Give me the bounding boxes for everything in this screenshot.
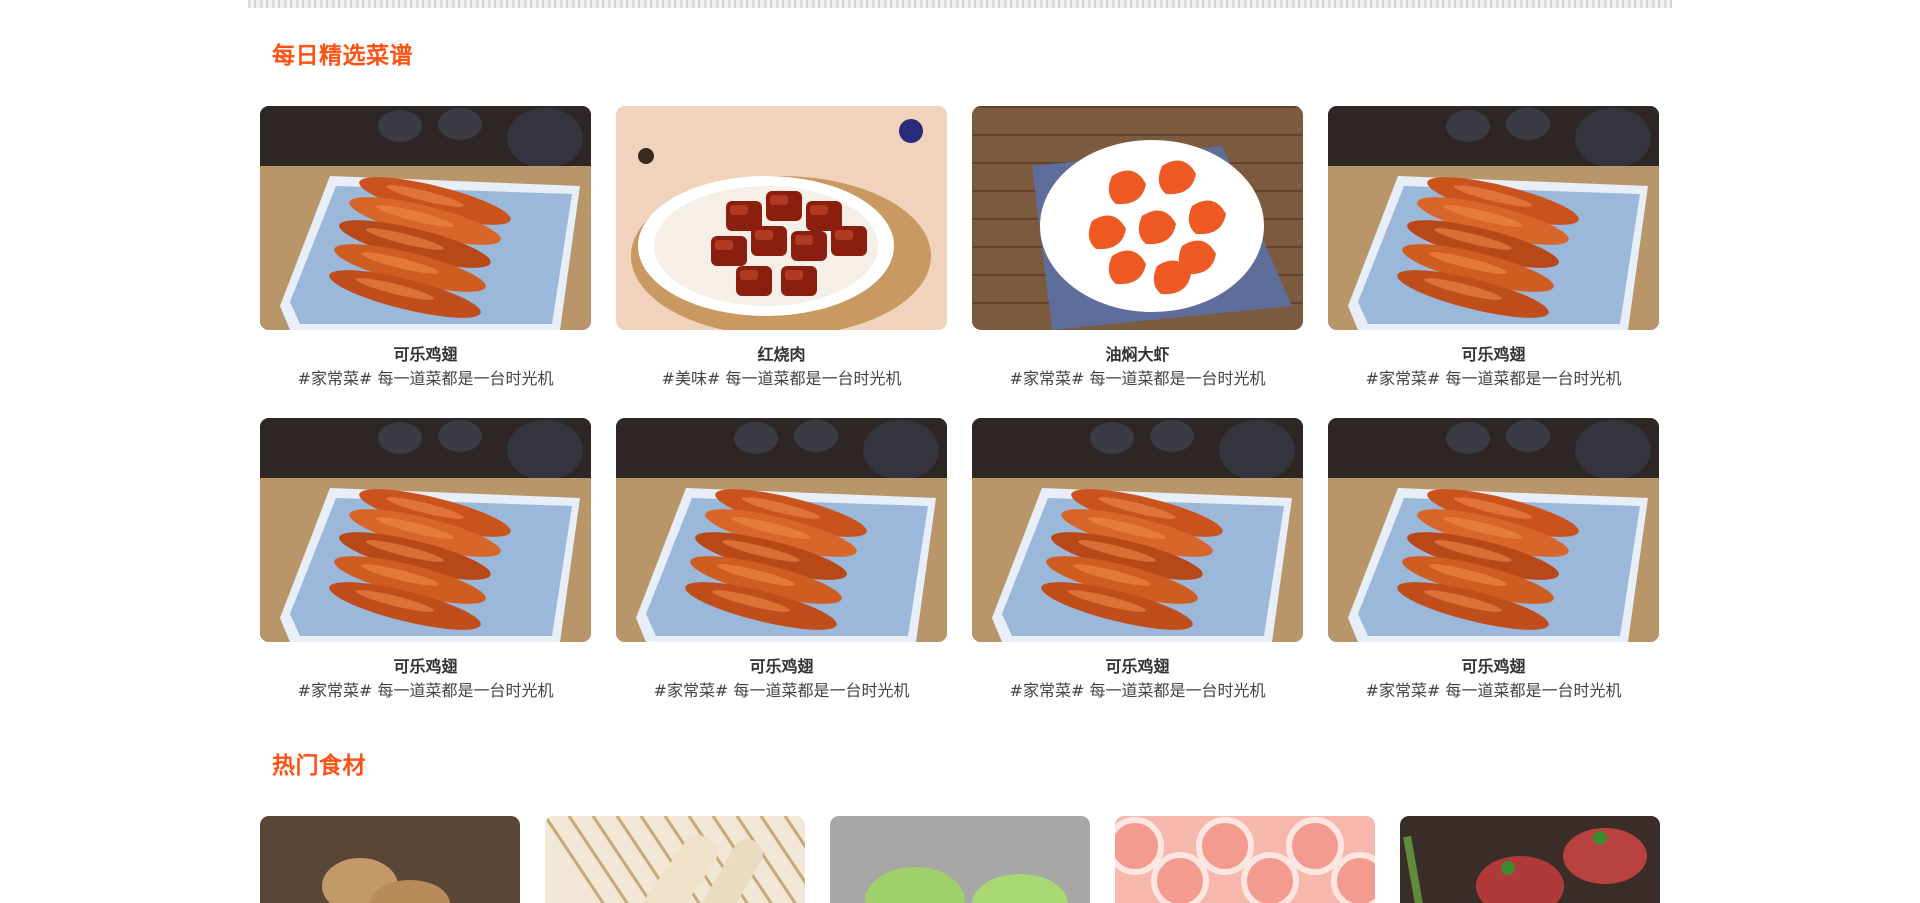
- top-banner-edge: [248, 0, 1672, 8]
- ingredient-card-yam[interactable]: [545, 816, 805, 903]
- recipe-card[interactable]: 可乐鸡翅 #家常菜# 每一道菜都是一台时光机: [616, 418, 947, 710]
- recipe-card[interactable]: 红烧肉 #美味# 每一道菜都是一台时光机: [616, 106, 947, 398]
- ingredient-card-cabbage[interactable]: [830, 816, 1090, 903]
- recipe-image[interactable]: [972, 418, 1303, 642]
- recipe-image[interactable]: [616, 418, 947, 642]
- recipe-name[interactable]: 可乐鸡翅: [1328, 656, 1659, 678]
- recipe-image[interactable]: [260, 106, 591, 330]
- recipe-name[interactable]: 可乐鸡翅: [1328, 344, 1659, 366]
- recipe-description: #家常菜# 每一道菜都是一台时光机: [1009, 681, 1266, 700]
- recipe-description: #家常菜# 每一道菜都是一台时光机: [297, 681, 554, 700]
- section-title-hot-ingredients: 热门食材: [272, 753, 366, 779]
- recipe-description: #家常菜# 每一道菜都是一台时光机: [1365, 681, 1622, 700]
- recipe-grid: 可乐鸡翅 #家常菜# 每一道菜都是一台时光机 红烧肉 #美味# 每一道菜都是一台…: [260, 106, 1660, 710]
- recipe-image[interactable]: [1328, 106, 1659, 330]
- recipe-name[interactable]: 可乐鸡翅: [616, 656, 947, 678]
- recipe-image[interactable]: [1328, 418, 1659, 642]
- ingredient-card-potato[interactable]: [260, 816, 520, 903]
- recipe-image[interactable]: [616, 106, 947, 330]
- recipe-card[interactable]: 可乐鸡翅 #家常菜# 每一道菜都是一台时光机: [260, 106, 591, 398]
- ingredient-row: [260, 816, 1660, 903]
- recipe-description: #家常菜# 每一道菜都是一台时光机: [1365, 369, 1622, 388]
- recipe-name[interactable]: 可乐鸡翅: [972, 656, 1303, 678]
- recipe-description: #家常菜# 每一道菜都是一台时光机: [1009, 369, 1266, 388]
- recipe-image[interactable]: [260, 418, 591, 642]
- recipe-image[interactable]: [972, 106, 1303, 330]
- recipe-card[interactable]: 可乐鸡翅 #家常菜# 每一道菜都是一台时光机: [1328, 418, 1659, 710]
- section-title-daily-recipes: 每日精选菜谱: [272, 43, 413, 69]
- recipe-name[interactable]: 油焖大虾: [972, 344, 1303, 366]
- page: 每日精选菜谱 可乐鸡翅 #家常菜# 每一道菜都是一台时光机 红烧肉 #美味# 每…: [0, 0, 1920, 903]
- recipe-card[interactable]: 可乐鸡翅 #家常菜# 每一道菜都是一台时光机: [972, 418, 1303, 710]
- recipe-card[interactable]: 可乐鸡翅 #家常菜# 每一道菜都是一台时光机: [260, 418, 591, 710]
- recipe-name[interactable]: 可乐鸡翅: [260, 656, 591, 678]
- recipe-description: #家常菜# 每一道菜都是一台时光机: [297, 369, 554, 388]
- ingredient-card-lamb-roll[interactable]: [1115, 816, 1375, 903]
- recipe-description: #美味# 每一道菜都是一台时光机: [661, 369, 902, 388]
- recipe-card[interactable]: 可乐鸡翅 #家常菜# 每一道菜都是一台时光机: [1328, 106, 1659, 398]
- recipe-name[interactable]: 可乐鸡翅: [260, 344, 591, 366]
- recipe-name[interactable]: 红烧肉: [616, 344, 947, 366]
- recipe-description: #家常菜# 每一道菜都是一台时光机: [653, 681, 910, 700]
- recipe-card[interactable]: 油焖大虾 #家常菜# 每一道菜都是一台时光机: [972, 106, 1303, 398]
- ingredient-card-beef[interactable]: [1400, 816, 1660, 903]
